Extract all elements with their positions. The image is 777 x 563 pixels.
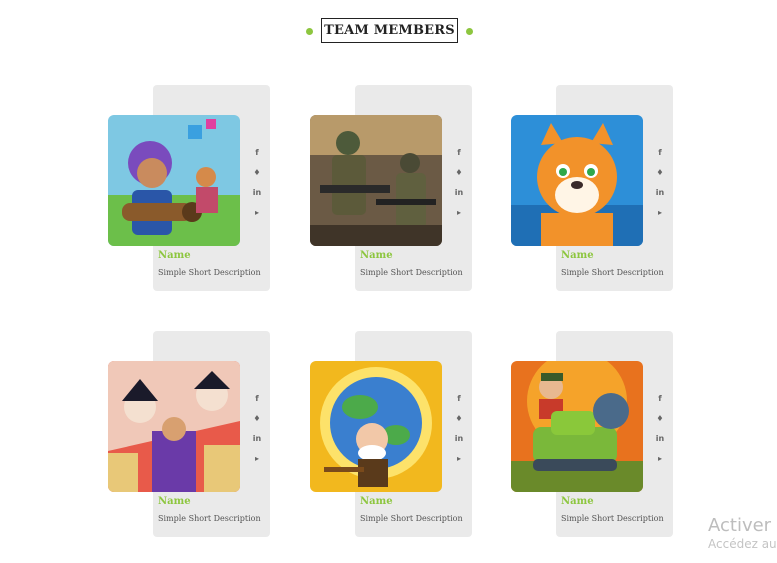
social-links: f ♦ in ▸ bbox=[453, 143, 465, 223]
twitter-icon[interactable]: ♦ bbox=[453, 163, 465, 183]
member-name[interactable]: Name bbox=[561, 250, 594, 261]
linkedin-icon[interactable]: in bbox=[251, 429, 263, 449]
member-photo[interactable] bbox=[108, 115, 240, 246]
member-photo[interactable] bbox=[108, 361, 240, 492]
team-card: f ♦ in ▸ Name Simple Short Description bbox=[310, 85, 476, 291]
linkedin-icon[interactable]: in bbox=[654, 183, 666, 203]
social-links: f ♦ in ▸ bbox=[654, 389, 666, 469]
accent-dot-right bbox=[466, 28, 473, 35]
member-name[interactable]: Name bbox=[561, 496, 594, 507]
twitter-icon[interactable]: ♦ bbox=[654, 409, 666, 429]
social-links: f ♦ in ▸ bbox=[251, 143, 263, 223]
facebook-icon[interactable]: f bbox=[453, 143, 465, 163]
social-links: f ♦ in ▸ bbox=[453, 389, 465, 469]
twitter-icon[interactable]: ♦ bbox=[453, 409, 465, 429]
facebook-icon[interactable]: f bbox=[453, 389, 465, 409]
windows-activation-watermark: Activer Windows Accédez aux paramètres bbox=[708, 516, 777, 552]
member-photo[interactable] bbox=[511, 361, 643, 492]
team-card: f ♦ in ▸ Name Simple Short Description bbox=[108, 85, 274, 291]
youtube-icon[interactable]: ▸ bbox=[654, 203, 666, 223]
twitter-icon[interactable]: ♦ bbox=[654, 163, 666, 183]
watermark-line1: Activer Windows bbox=[708, 516, 777, 536]
twitter-icon[interactable]: ♦ bbox=[251, 163, 263, 183]
facebook-icon[interactable]: f bbox=[251, 143, 263, 163]
member-description: Simple Short Description bbox=[360, 268, 463, 277]
linkedin-icon[interactable]: in bbox=[251, 183, 263, 203]
linkedin-icon[interactable]: in bbox=[453, 429, 465, 449]
facebook-icon[interactable]: f bbox=[654, 143, 666, 163]
member-name[interactable]: Name bbox=[360, 250, 393, 261]
linkedin-icon[interactable]: in bbox=[654, 429, 666, 449]
team-card: f ♦ in ▸ Name Simple Short Description bbox=[511, 85, 677, 291]
member-photo[interactable] bbox=[310, 361, 442, 492]
member-description: Simple Short Description bbox=[360, 514, 463, 523]
section-header: TEAM MEMBERS bbox=[0, 18, 777, 46]
youtube-icon[interactable]: ▸ bbox=[251, 203, 263, 223]
member-description: Simple Short Description bbox=[158, 514, 261, 523]
member-name[interactable]: Name bbox=[158, 250, 191, 261]
member-photo[interactable] bbox=[310, 115, 442, 246]
youtube-icon[interactable]: ▸ bbox=[654, 449, 666, 469]
facebook-icon[interactable]: f bbox=[251, 389, 263, 409]
youtube-icon[interactable]: ▸ bbox=[251, 449, 263, 469]
member-name[interactable]: Name bbox=[360, 496, 393, 507]
member-name[interactable]: Name bbox=[158, 496, 191, 507]
section-title: TEAM MEMBERS bbox=[321, 18, 458, 43]
team-card: f ♦ in ▸ Name Simple Short Description bbox=[310, 331, 476, 537]
member-description: Simple Short Description bbox=[561, 514, 664, 523]
member-description: Simple Short Description bbox=[561, 268, 664, 277]
accent-dot-left bbox=[306, 28, 313, 35]
facebook-icon[interactable]: f bbox=[654, 389, 666, 409]
youtube-icon[interactable]: ▸ bbox=[453, 449, 465, 469]
watermark-line2: Accédez aux paramètres bbox=[708, 537, 777, 551]
member-description: Simple Short Description bbox=[158, 268, 261, 277]
linkedin-icon[interactable]: in bbox=[453, 183, 465, 203]
team-card: f ♦ in ▸ Name Simple Short Description bbox=[511, 331, 677, 537]
social-links: f ♦ in ▸ bbox=[654, 143, 666, 223]
youtube-icon[interactable]: ▸ bbox=[453, 203, 465, 223]
member-photo[interactable] bbox=[511, 115, 643, 246]
twitter-icon[interactable]: ♦ bbox=[251, 409, 263, 429]
team-card: f ♦ in ▸ Name Simple Short Description bbox=[108, 331, 274, 537]
social-links: f ♦ in ▸ bbox=[251, 389, 263, 469]
